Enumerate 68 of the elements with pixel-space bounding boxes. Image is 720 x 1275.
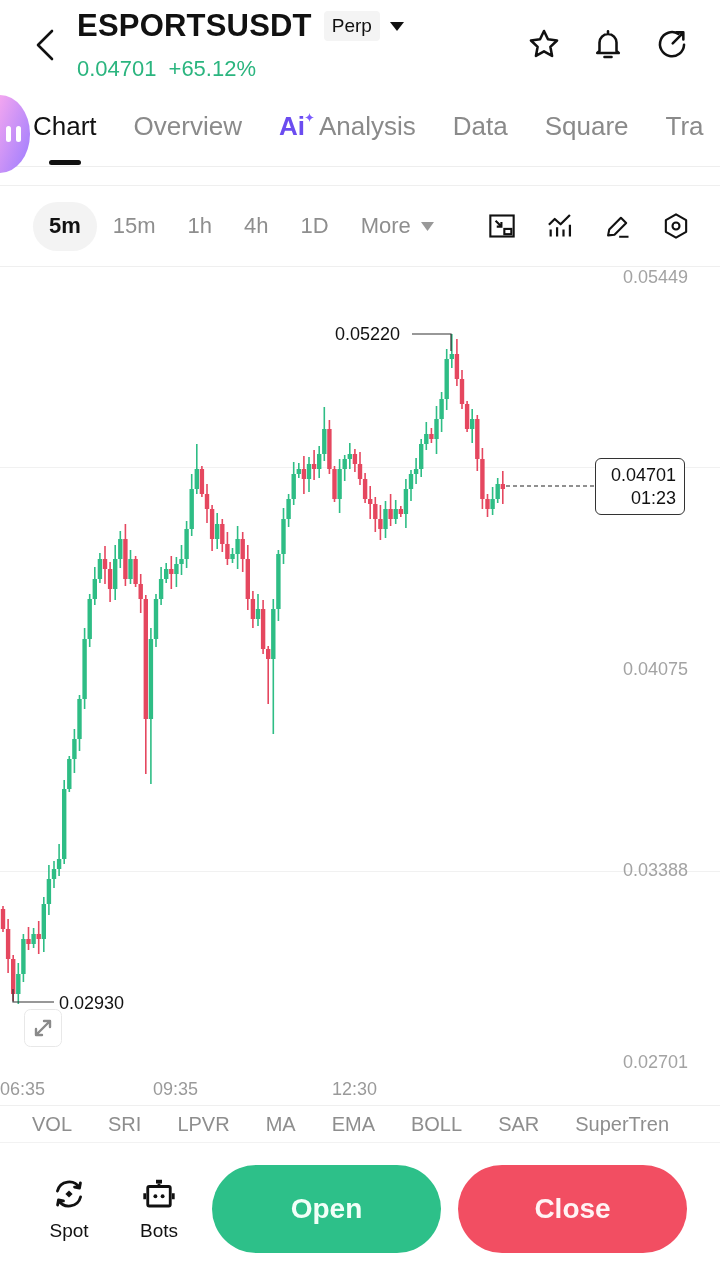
picture-in-picture-icon[interactable]	[488, 212, 516, 240]
close-button[interactable]: Close	[458, 1164, 687, 1253]
falling-candle	[398, 505, 403, 518]
time-axis-label: 12:30	[332, 1078, 378, 1100]
shortcut-button[interactable]: Bots	[124, 1175, 194, 1242]
price-axis-label: 0.04075	[622, 658, 688, 680]
indicator-tab[interactable]: EMA	[331, 1112, 375, 1136]
falling-candle	[388, 493, 393, 527]
indicator-tab[interactable]: LPVR	[177, 1112, 230, 1136]
falling-candle	[123, 523, 128, 587]
rising-candle	[215, 512, 220, 550]
price-axis-label: 0.02701	[622, 1051, 688, 1073]
low-price-label: 0.02930	[59, 992, 125, 1014]
caret-down-icon[interactable]	[389, 21, 404, 31]
timeframe-button[interactable]: 5m	[33, 201, 97, 251]
rising-candle	[306, 456, 312, 493]
assistant-bubble-icon[interactable]	[0, 95, 30, 173]
rising-candle	[393, 499, 398, 525]
nav-tab[interactable]: Ai Analysis	[278, 95, 416, 166]
shortcut-button[interactable]: Spot	[34, 1175, 104, 1242]
indicator-tab[interactable]: SuperTren	[575, 1112, 669, 1136]
rising-candle	[255, 593, 261, 627]
open-button[interactable]: Open	[212, 1164, 441, 1253]
falling-candle	[500, 470, 505, 505]
falling-candle	[26, 926, 31, 951]
price-axis-label: 0.05449	[622, 266, 688, 288]
timeframe-button[interactable]: 15m	[96, 201, 172, 251]
rising-candle	[31, 927, 36, 949]
falling-candle	[311, 449, 317, 481]
ai-label: Ai	[278, 111, 305, 141]
expand-icon[interactable]	[24, 1009, 62, 1047]
falling-candle	[429, 427, 434, 444]
indicator-tab[interactable]: BOLL	[410, 1112, 463, 1136]
nav-tab[interactable]: Overview	[133, 95, 242, 166]
caret-down-icon	[420, 221, 434, 231]
nav-tab[interactable]: Square	[544, 95, 629, 166]
current-price: 0.04701	[610, 463, 676, 487]
countdown-timer: 01:23	[630, 486, 676, 510]
rising-candle	[383, 500, 388, 539]
high-price-label: 0.05220	[335, 323, 401, 345]
indicator-tab[interactable]: VOL	[32, 1112, 73, 1136]
price-axis-label: 0.03388	[622, 859, 688, 881]
contract-type-chip[interactable]: Perp	[323, 11, 380, 41]
symbol-title: ESPORTSUSDT	[77, 8, 312, 44]
time-axis-label: 06:35	[0, 1078, 46, 1100]
settings-icon[interactable]	[662, 212, 690, 240]
last-price: 0.04701	[77, 55, 157, 83]
indicator-tab[interactable]: SRI	[108, 1112, 142, 1136]
indicator-icon[interactable]	[546, 212, 574, 240]
nav-tab[interactable]: Tra	[665, 95, 704, 166]
indicator-tab[interactable]: MA	[265, 1112, 296, 1136]
falling-candle	[36, 920, 41, 955]
low-leader-line	[12, 988, 55, 1003]
price-change: +65.12%	[168, 55, 256, 83]
timeframe-button[interactable]: 1D	[284, 201, 345, 251]
falling-candle	[169, 555, 174, 590]
more-dropdown[interactable]: More	[344, 201, 450, 251]
rising-candle	[470, 408, 475, 444]
timeframe-button[interactable]: 4h	[228, 201, 285, 251]
timeframe-button[interactable]: 1h	[171, 201, 229, 251]
nav-tab[interactable]: Data	[452, 95, 508, 166]
falling-candle	[301, 455, 307, 495]
high-leader-line	[411, 333, 452, 352]
time-axis-label: 09:35	[153, 1078, 199, 1100]
rising-candle	[128, 549, 133, 585]
sparkle-icon	[304, 113, 314, 122]
nav-tab[interactable]: Chart	[33, 95, 97, 166]
indicator-tab[interactable]: SAR	[498, 1112, 540, 1136]
